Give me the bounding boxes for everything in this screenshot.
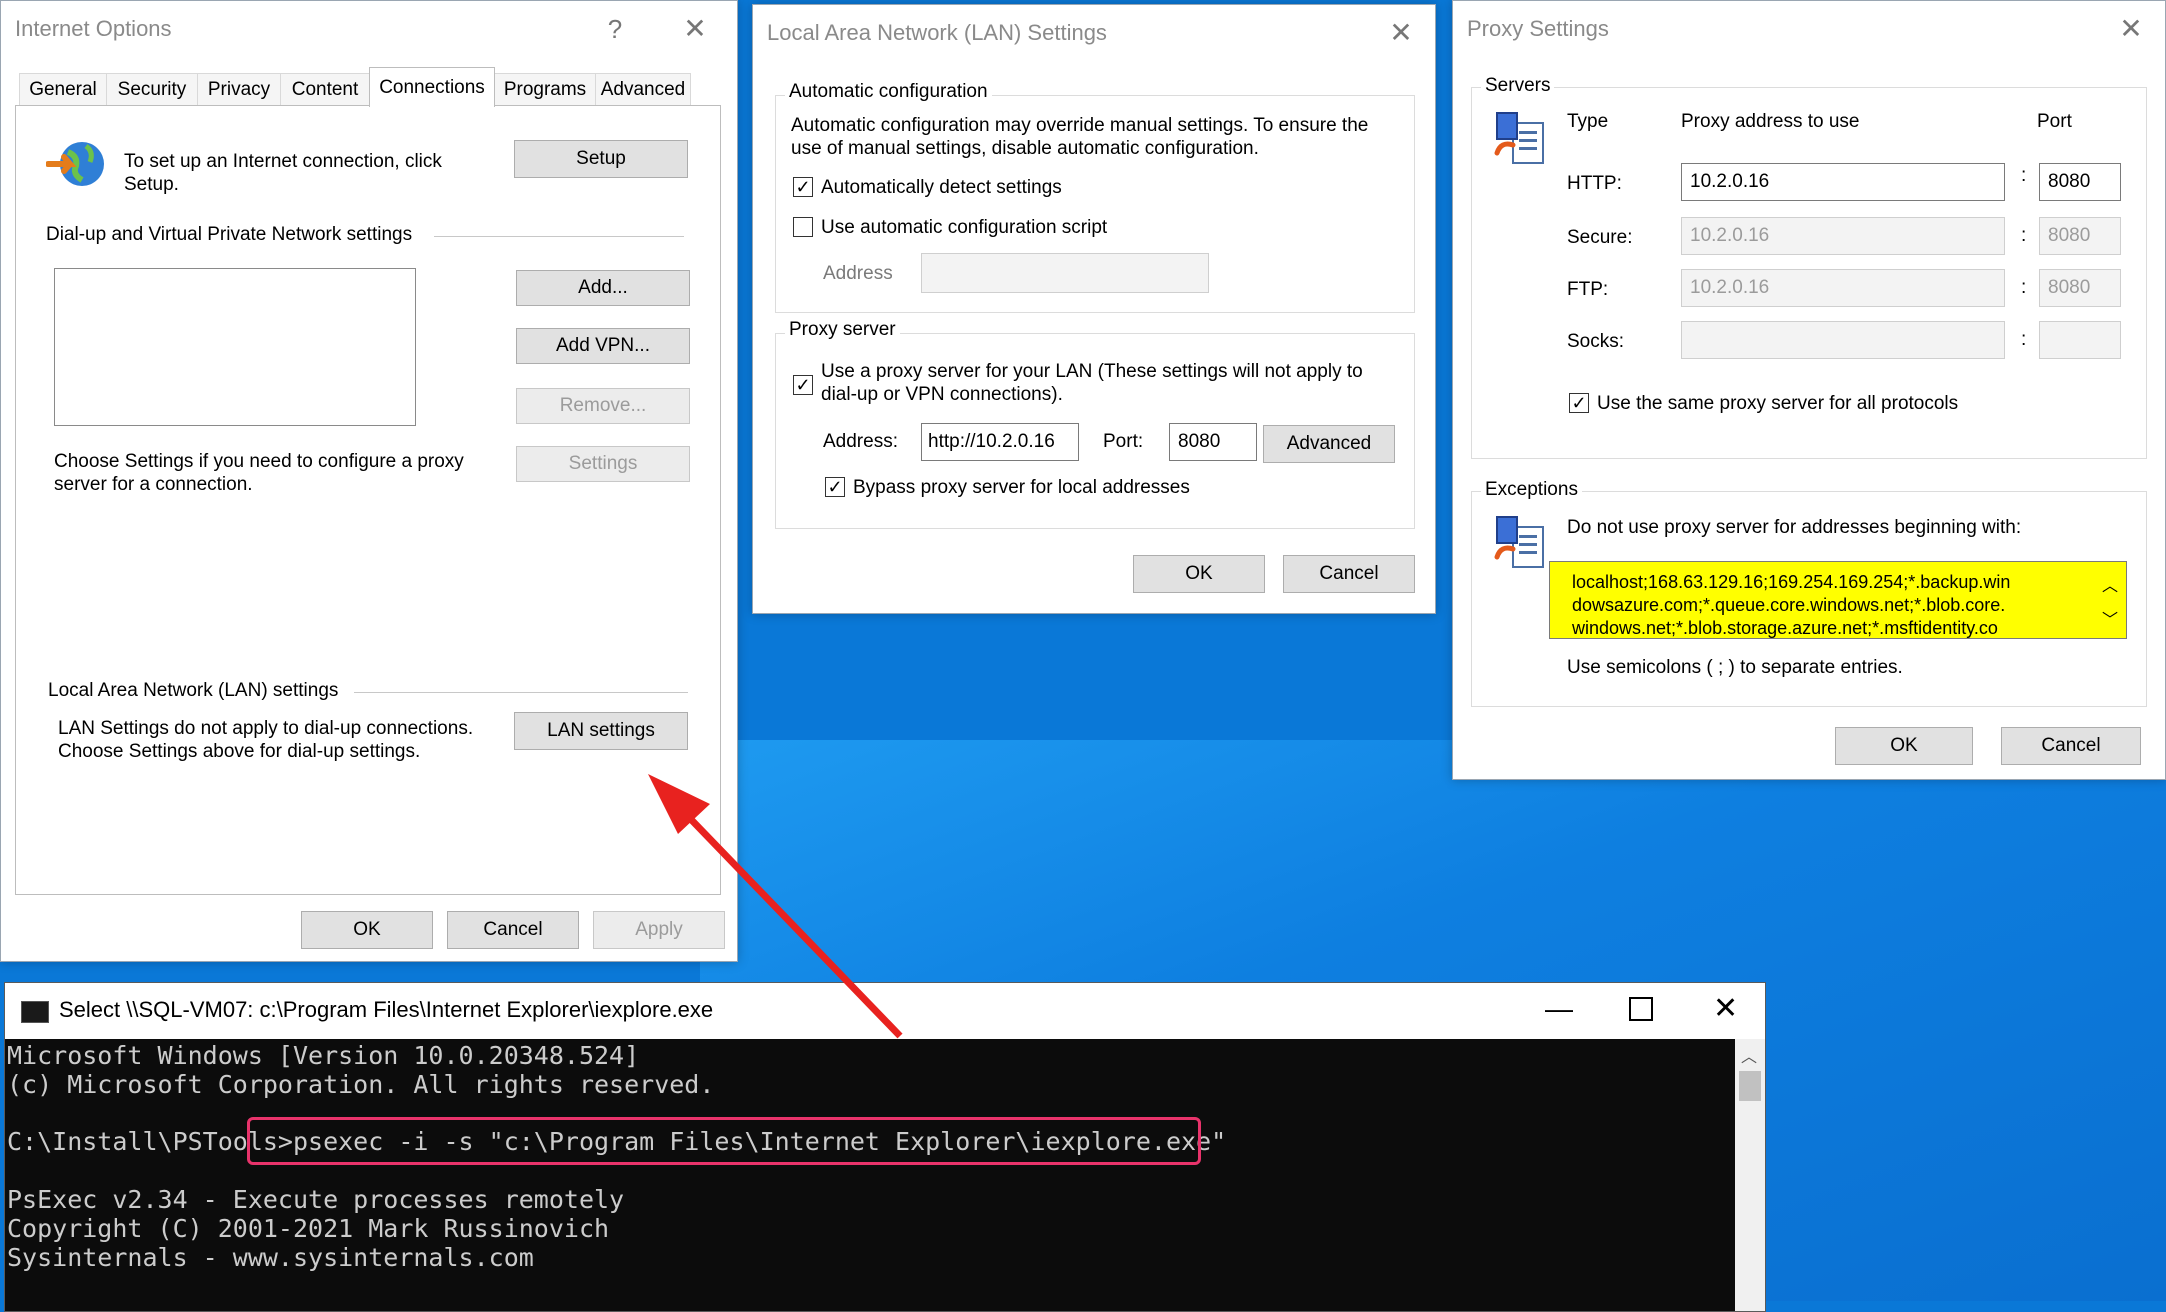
annotation-arrow	[648, 774, 903, 1039]
tab-connections[interactable]: Connections	[369, 67, 495, 107]
